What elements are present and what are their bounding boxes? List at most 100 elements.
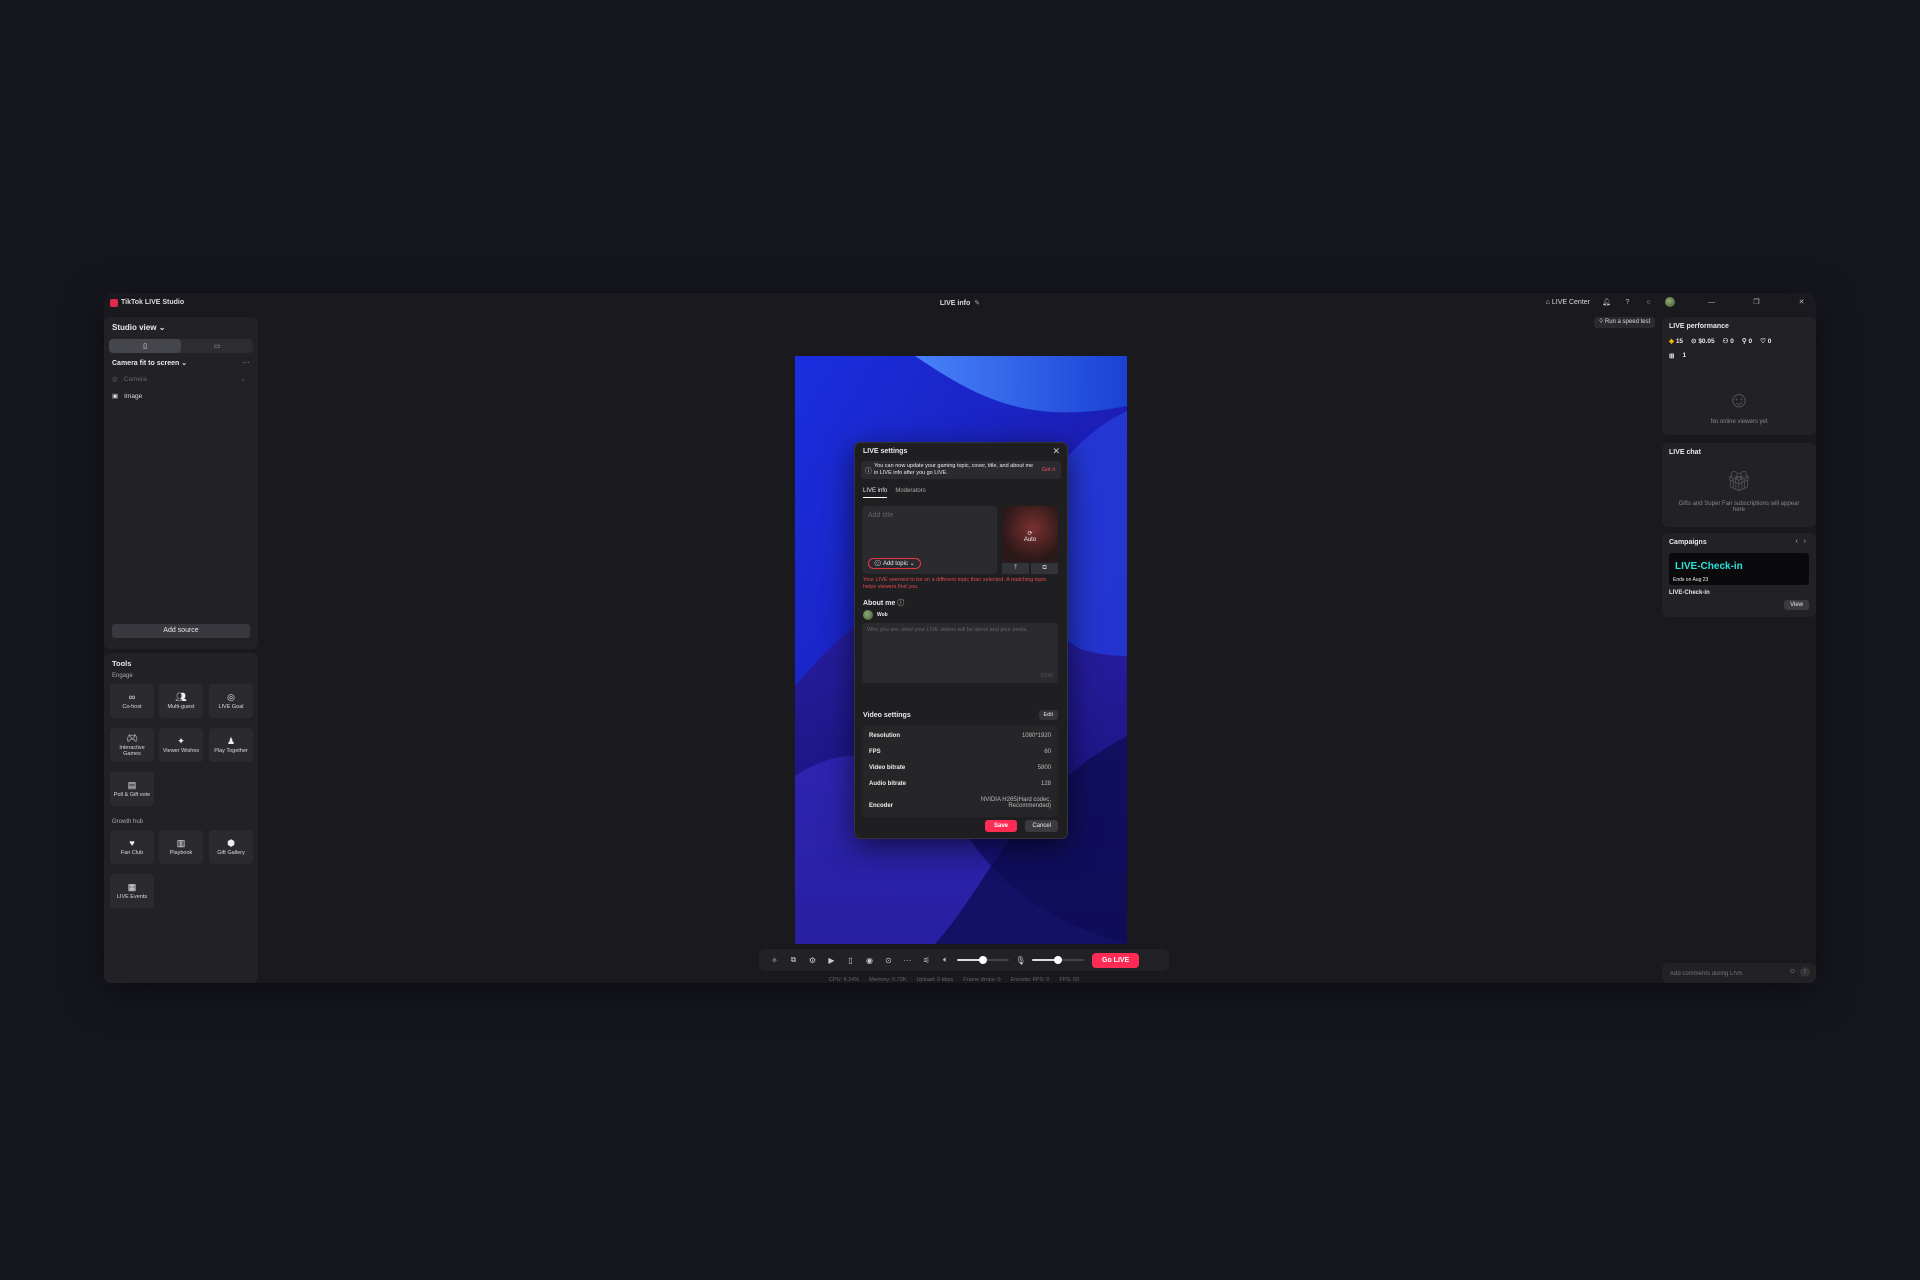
close-icon[interactable]: ✕ xyxy=(1052,446,1060,457)
source-label: Camera xyxy=(123,375,147,383)
media-icon[interactable]: ▶ xyxy=(822,951,841,969)
followers-stat: ⚲ 0 xyxy=(1742,337,1752,345)
volume-slider[interactable] xyxy=(955,954,1011,966)
window-title[interactable]: LIVE info ✎ xyxy=(940,299,980,307)
tool-poll[interactable]: ▤ Poll & Gift vote xyxy=(110,772,154,806)
tool-multi-guest[interactable]: 👥︎ Multi-guest xyxy=(159,684,203,718)
tool-interactive-games[interactable]: 🎮︎ Interactive Games xyxy=(110,728,154,762)
source-image[interactable]: ▣ Image xyxy=(112,392,143,401)
avatar[interactable] xyxy=(1665,297,1675,307)
book-icon: ▥ xyxy=(176,837,186,848)
stickers-icon[interactable]: ⧉ xyxy=(784,951,803,969)
likes-stat: ♡ 0 xyxy=(1760,337,1771,345)
setting-value: 128 xyxy=(1040,781,1051,787)
tool-co-host[interactable]: ∞ Co-host xyxy=(110,684,154,718)
status-bar: CPU: 6.24% Memory: 0.72K Upload: 0 kbps … xyxy=(829,977,1079,983)
phone-icon[interactable]: ▯ xyxy=(841,951,860,969)
tool-label: Playbook xyxy=(169,850,193,857)
viewers-value: 0 xyxy=(1730,338,1734,345)
tool-live-events[interactable]: ▦ LIVE Events xyxy=(110,874,154,908)
more-icon[interactable]: ··· xyxy=(898,951,917,969)
record-icon[interactable]: ◉ xyxy=(860,951,879,969)
setting-key: FPS xyxy=(869,749,881,755)
cover-image[interactable]: ⟳ Auto xyxy=(1002,506,1058,562)
tab-moderators[interactable]: Moderators xyxy=(895,488,925,498)
source-label: Image xyxy=(124,392,143,400)
tool-play-together[interactable]: ♟ Play Together xyxy=(209,728,253,762)
title-placeholder: Add title xyxy=(868,512,894,519)
add-topic-button[interactable]: 🙂︎ Add topic ⌄ xyxy=(868,558,921,569)
upload-stat: Upload: 0 kbps xyxy=(916,977,954,983)
save-button[interactable]: Save xyxy=(984,820,1017,832)
mixer-icon[interactable]: ⚟ xyxy=(917,951,936,969)
tool-gift-gallery[interactable]: ⬢ Gift Gallery xyxy=(209,830,253,864)
setting-row: Resolution 1080*1920 xyxy=(869,733,1051,739)
revenue-value: $0.05 xyxy=(1698,338,1715,345)
send-icon[interactable]: ↑ xyxy=(1800,967,1810,977)
effects-icon[interactable]: ✧ xyxy=(765,951,784,969)
chevron-down-icon[interactable]: ⌄ xyxy=(241,375,246,383)
got-it-button[interactable]: Got it xyxy=(1042,467,1055,473)
title-input[interactable]: Add title 🙂︎ Add topic ⌄ xyxy=(862,506,997,574)
window-title-label: LIVE info xyxy=(939,300,971,307)
cover-actions: ⤒ ⧉ xyxy=(1002,563,1058,574)
settings-icon[interactable]: ○ xyxy=(1644,298,1653,307)
tool-playbook[interactable]: ▥ Playbook xyxy=(159,830,203,864)
about-me-title: About me ⓘ xyxy=(863,598,904,608)
live-center-label: LIVE Center xyxy=(1551,298,1590,306)
mic-knob[interactable] xyxy=(1054,956,1062,964)
upload-cover-icon[interactable]: ⤒ xyxy=(1002,563,1029,574)
portrait-button[interactable]: ▯ xyxy=(109,339,181,353)
campaign-end-date: Ends on Aug 23 xyxy=(1673,577,1709,583)
multi-guest-icon: 👥︎ xyxy=(175,691,187,702)
help-icon[interactable]: ? xyxy=(1623,298,1632,307)
studio-view-dropdown[interactable]: Studio view ⌄ xyxy=(112,323,165,332)
bell-icon[interactable]: 🔔︎ xyxy=(1602,298,1611,307)
chevron-left-icon[interactable]: ‹ xyxy=(1795,538,1797,545)
chevron-right-icon[interactable]: › xyxy=(1804,538,1806,545)
volume-knob[interactable] xyxy=(979,956,987,964)
camera-switch-icon[interactable]: ⊙ xyxy=(879,951,898,969)
tool-live-goal[interactable]: ◎ LIVE Goal xyxy=(209,684,253,718)
live-settings-dialog: LIVE settings ✕ ⓘ You can now update you… xyxy=(854,442,1068,839)
landscape-button[interactable]: ▭ xyxy=(181,339,253,353)
filter-icon[interactable]: ⚙ xyxy=(803,951,822,969)
cancel-button[interactable]: Cancel xyxy=(1025,820,1058,832)
speaker-icon[interactable]: 🔈︎ xyxy=(936,951,955,969)
help-icon[interactable]: ⓘ xyxy=(897,600,904,607)
video-settings-title: Video settings xyxy=(863,712,911,719)
campaign-banner[interactable]: LIVE-Check-in Ends on Aug 23 xyxy=(1669,553,1809,585)
add-user-icon: ⚲ xyxy=(1741,338,1747,345)
heart-icon: ♡ xyxy=(1760,338,1766,345)
more-icon[interactable]: ··· xyxy=(242,358,250,367)
view-button[interactable]: View xyxy=(1784,600,1809,610)
tools-title: Tools xyxy=(112,659,132,668)
setting-row: Audio bitrate 128 xyxy=(869,781,1051,787)
crop-cover-icon[interactable]: ⧉ xyxy=(1031,563,1058,574)
emoji-icon[interactable]: ☺ xyxy=(1789,968,1796,975)
source-camera[interactable]: ◎ Camera ⌄ xyxy=(112,375,246,384)
add-source-button[interactable]: Add source xyxy=(112,624,250,638)
speed-test-button[interactable]: 💡︎ Run a speed test xyxy=(1594,317,1656,328)
minimize-icon[interactable]: — xyxy=(1707,298,1716,307)
tiktok-logo-icon xyxy=(110,299,118,307)
performance-stats: ◆ 15 ⊙ $0.05 ⚇ 0 ⚲ 0 ♡ 0 xyxy=(1669,337,1771,345)
lightbulb-icon: 💡︎ xyxy=(1599,319,1604,325)
restore-icon[interactable]: ❐ xyxy=(1752,298,1761,307)
tab-live-info[interactable]: LIVE info xyxy=(863,488,888,498)
comment-input[interactable] xyxy=(1668,967,1790,981)
go-live-button[interactable]: Go LIVE xyxy=(1092,952,1140,968)
setting-row: FPS 60 xyxy=(869,749,1051,755)
about-me-input[interactable]: Who you are, what your LIVE videos will … xyxy=(862,623,1058,683)
tool-fan-club[interactable]: ♥ Fan Club xyxy=(110,830,154,864)
live-center-button[interactable]: ⌂ LIVE Center xyxy=(1546,299,1590,306)
scene-dropdown[interactable]: Camera fit to screen ⌄ xyxy=(112,359,187,367)
edit-button[interactable]: Edit xyxy=(1038,710,1058,720)
close-icon[interactable]: ✕ xyxy=(1797,298,1806,307)
pencil-icon[interactable]: ✎ xyxy=(974,300,980,307)
cpu-stat: CPU: 6.24% xyxy=(829,977,860,983)
microphone-icon[interactable]: 🎙︎ xyxy=(1011,951,1030,969)
mic-slider[interactable] xyxy=(1030,954,1086,966)
tool-viewer-wishes[interactable]: ✦ Viewer Wishes xyxy=(159,728,203,762)
comment-box: ☺ ↑ xyxy=(1662,963,1816,983)
